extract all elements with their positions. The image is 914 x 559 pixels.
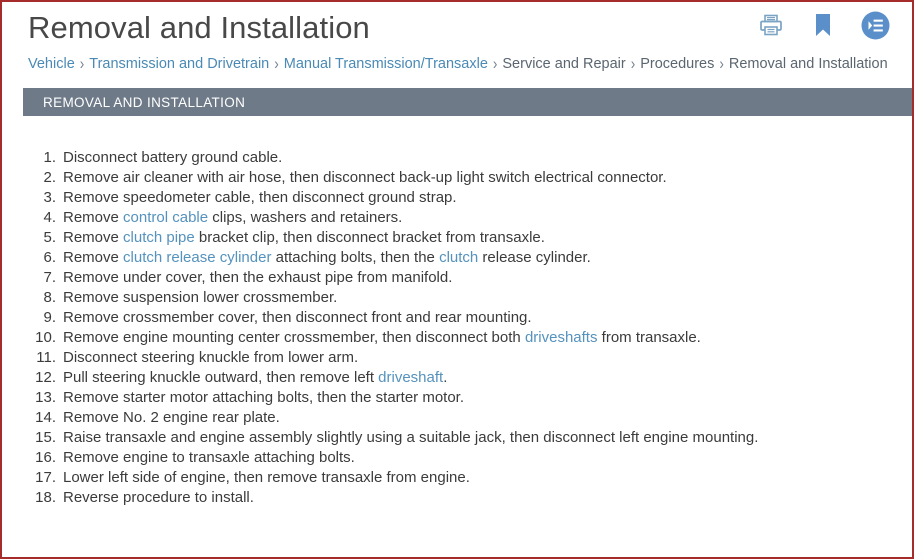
step-text: Remove under cover, then the exhaust pip… [63, 269, 453, 286]
procedure-step: 8. Remove suspension lower crossmember. [32, 288, 912, 308]
step-number: 17. [35, 469, 56, 486]
procedure-step: 9. Remove crossmember cover, then disconn… [32, 308, 912, 328]
step-link[interactable]: driveshaft [378, 369, 443, 386]
header-action-bar [756, 10, 890, 40]
step-text: Raise transaxle and engine assembly slig… [63, 429, 759, 446]
breadcrumb-item-service-and-repair: Service and Repair [502, 56, 626, 72]
step-text: Disconnect battery ground cable. [63, 149, 283, 166]
breadcrumb-item-transmission-and-drivetrain[interactable]: Transmission and Drivetrain [89, 56, 269, 72]
bookmark-icon[interactable] [808, 10, 838, 40]
step-number: 5. [43, 229, 56, 246]
step-number: 12. [35, 369, 56, 386]
procedure-step: 16. Remove engine to transaxle attaching … [32, 448, 912, 468]
procedure-step: 1. Disconnect battery ground cable. [32, 148, 912, 168]
step-text: Remove engine to transaxle attaching bol… [63, 449, 355, 466]
procedure-step: 6. Remove clutch release cylinder attachi… [32, 248, 912, 268]
page-header: Removal and Installation [2, 2, 912, 48]
step-number: 18. [35, 489, 56, 506]
section-title: REMOVAL AND INSTALLATION [43, 94, 246, 110]
step-text: Remove air cleaner with air hose, then d… [63, 169, 667, 186]
step-number: 16. [35, 449, 56, 466]
step-text: Remove speedometer cable, then disconnec… [63, 189, 457, 206]
procedure-step: 13. Remove starter motor attaching bolts,… [32, 388, 912, 408]
step-number: 6. [43, 249, 56, 266]
breadcrumb-item-removal-and-installation: Removal and Installation [728, 56, 888, 72]
procedure-step: 4. Remove control cable clips, washers an… [32, 208, 912, 228]
step-number: 14. [35, 409, 56, 426]
procedure-step: 18. Reverse procedure to install. [32, 488, 912, 508]
procedure-step: 5. Remove clutch pipe bracket clip, then … [32, 228, 912, 248]
procedure-step: 15. Raise transaxle and engine assembly s… [32, 428, 912, 448]
breadcrumb-separator-icon: › [630, 54, 636, 73]
step-text: Remove clutch pipe bracket clip, then di… [63, 229, 545, 246]
procedure-step: 11. Disconnect steering knuckle from lowe… [32, 348, 912, 368]
step-link[interactable]: clutch pipe [123, 229, 195, 246]
step-number: 8. [43, 289, 56, 306]
step-text: Remove No. 2 engine rear plate. [63, 409, 280, 426]
step-text: Pull steering knuckle outward, then remo… [63, 369, 448, 386]
step-text: Remove crossmember cover, then disconnec… [63, 309, 532, 326]
step-link[interactable]: clutch release cylinder [123, 249, 271, 266]
step-number: 2. [43, 169, 56, 186]
step-text: Disconnect steering knuckle from lower a… [63, 349, 359, 366]
table-of-contents-icon[interactable] [860, 10, 890, 40]
step-text: Lower left side of engine, then remove t… [63, 469, 470, 486]
step-number: 9. [43, 309, 56, 326]
procedure-step: 2. Remove air cleaner with air hose, then… [32, 168, 912, 188]
step-number: 3. [43, 189, 56, 206]
procedure-step: 12. Pull steering knuckle outward, then r… [32, 368, 912, 388]
breadcrumb-item-manual-transmission-transaxle[interactable]: Manual Transmission/Transaxle [284, 56, 488, 72]
breadcrumb-separator-icon: › [79, 54, 85, 73]
breadcrumb-item-procedures: Procedures [640, 56, 715, 72]
print-icon[interactable] [756, 10, 786, 40]
breadcrumb-separator-icon: › [719, 54, 724, 73]
breadcrumb-separator-icon: › [492, 54, 498, 73]
document-page: Removal and Installation Vehicle › Trans… [0, 0, 914, 559]
step-text: Remove starter motor attaching bolts, th… [63, 389, 465, 406]
procedure-step: 17. Lower left side of engine, then remov… [32, 468, 912, 488]
procedure-step: 10. Remove engine mounting center crossme… [32, 328, 912, 348]
procedure-step: 3. Remove speedometer cable, then disconn… [32, 188, 912, 208]
step-text: Remove suspension lower crossmember. [63, 289, 338, 306]
step-text: Remove control cable clips, washers and … [63, 209, 403, 226]
step-number: 15. [35, 429, 56, 446]
step-number: 11. [36, 349, 56, 366]
procedure-step: 7. Remove under cover, then the exhaust p… [32, 268, 912, 288]
step-text: Reverse procedure to install. [63, 489, 254, 506]
step-number: 1. [43, 149, 56, 166]
procedure-step: 14. Remove No. 2 engine rear plate. [32, 408, 912, 428]
step-number: 4. [43, 209, 56, 226]
procedure-content: 1. Disconnect battery ground cable. 2. Remo… [2, 116, 912, 508]
step-number: 7. [43, 269, 56, 286]
step-number: 13. [35, 389, 56, 406]
procedure-step-list: 1. Disconnect battery ground cable. 2. Remo… [32, 148, 912, 508]
step-number: 10. [35, 329, 56, 346]
breadcrumb-separator-icon: › [274, 54, 279, 73]
step-text: Remove clutch release cylinder attaching… [63, 249, 591, 266]
breadcrumb: Vehicle › Transmission and Drivetrain › Manu… [2, 48, 912, 74]
step-link[interactable]: control cable [123, 209, 208, 226]
step-text: Remove engine mounting center crossmembe… [63, 329, 701, 346]
section-header-bar: REMOVAL AND INSTALLATION [23, 88, 912, 116]
breadcrumb-item-vehicle[interactable]: Vehicle [28, 56, 75, 72]
step-link[interactable]: driveshafts [525, 329, 598, 346]
step-link[interactable]: clutch [439, 249, 478, 266]
